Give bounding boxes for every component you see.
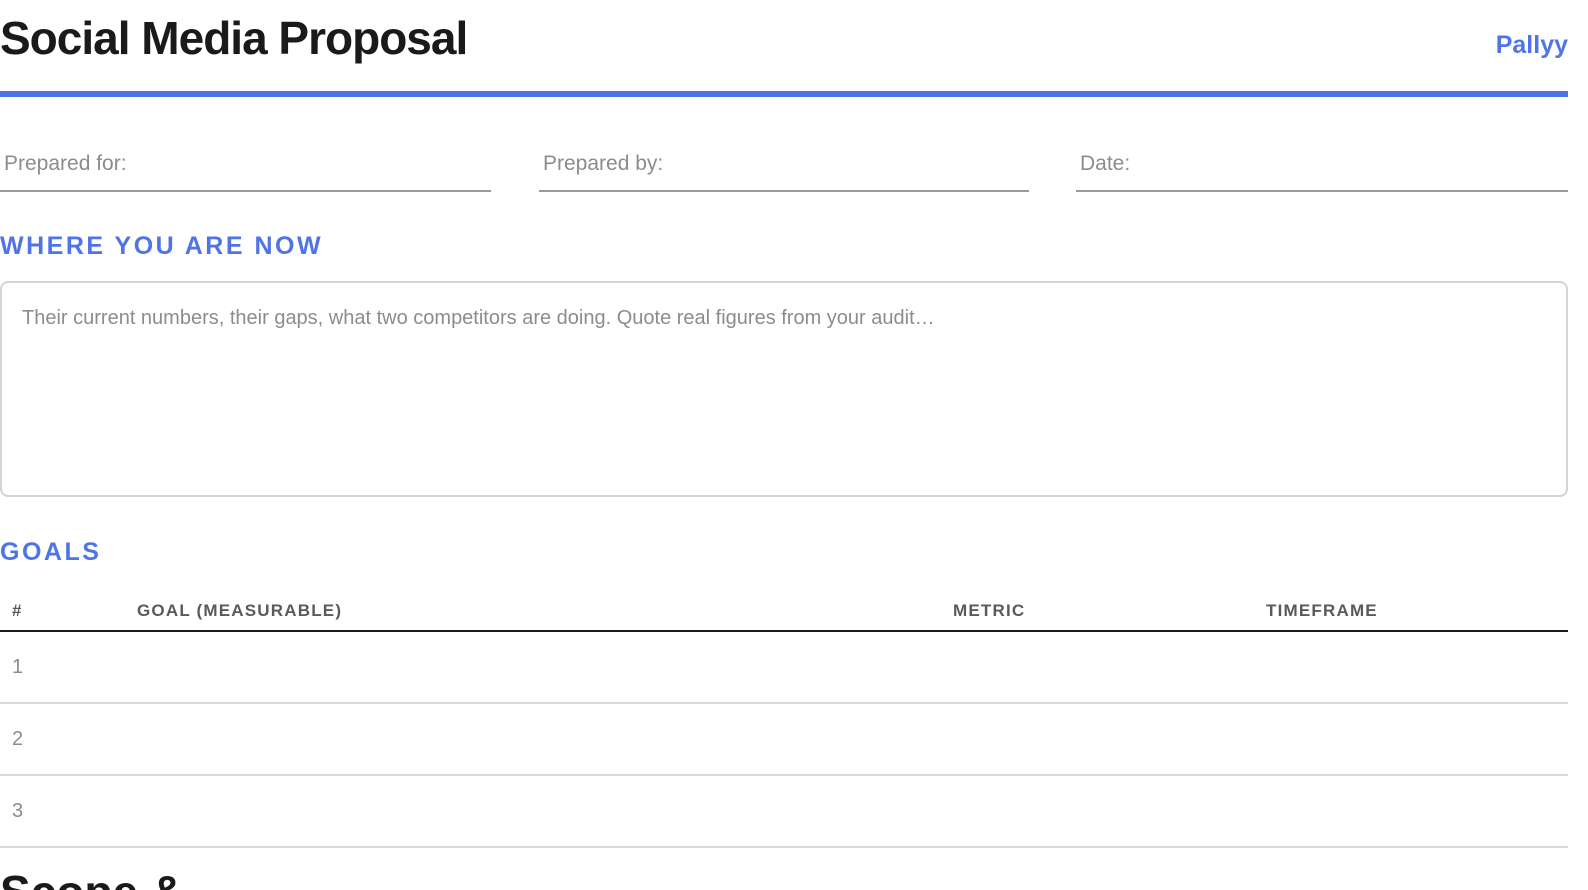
prepared-by-field bbox=[539, 130, 1029, 192]
proposal-header: Social Media Proposal Pallyy bbox=[0, 0, 1568, 92]
proposal-meta-fields bbox=[0, 130, 1568, 192]
where-you-are-now-textarea[interactable] bbox=[0, 281, 1568, 497]
goal-input[interactable] bbox=[137, 718, 927, 758]
row-number: 3 bbox=[12, 800, 24, 822]
prepared-for-input[interactable] bbox=[0, 152, 491, 176]
page-title: Social Media Proposal bbox=[0, 12, 468, 64]
timeframe-input[interactable] bbox=[1266, 790, 1556, 830]
goal-input[interactable] bbox=[137, 790, 927, 830]
goal-input[interactable] bbox=[137, 646, 927, 686]
where-you-are-now-heading: WHERE YOU ARE NOW bbox=[0, 232, 324, 260]
table-row: 3 bbox=[0, 776, 1568, 848]
prepared-for-field bbox=[0, 130, 491, 192]
goals-table: # GOAL (MEASURABLE) METRIC TIMEFRAME 1 2… bbox=[0, 590, 1568, 848]
table-row: 2 bbox=[0, 704, 1568, 776]
metric-input[interactable] bbox=[953, 790, 1243, 830]
prepared-by-input[interactable] bbox=[539, 152, 1029, 176]
metric-input[interactable] bbox=[953, 646, 1243, 686]
date-input[interactable] bbox=[1076, 152, 1568, 176]
next-section-heading: Scope & bbox=[0, 866, 184, 890]
column-header-number: # bbox=[12, 601, 23, 620]
row-number: 2 bbox=[12, 728, 24, 750]
header-divider bbox=[0, 91, 1568, 97]
goals-table-header: # GOAL (MEASURABLE) METRIC TIMEFRAME bbox=[0, 590, 1568, 632]
date-field bbox=[1076, 130, 1568, 192]
column-header-metric: METRIC bbox=[953, 601, 1026, 620]
timeframe-input[interactable] bbox=[1266, 718, 1556, 758]
metric-input[interactable] bbox=[953, 718, 1243, 758]
brand-logo[interactable]: Pallyy bbox=[1496, 30, 1568, 60]
row-number: 1 bbox=[12, 656, 24, 678]
column-header-timeframe: TIMEFRAME bbox=[1266, 601, 1378, 620]
timeframe-input[interactable] bbox=[1266, 646, 1556, 686]
column-header-goal: GOAL (MEASURABLE) bbox=[137, 601, 343, 620]
proposal-page: Social Media Proposal Pallyy WHERE YOU A… bbox=[0, 0, 1568, 890]
table-row: 1 bbox=[0, 632, 1568, 704]
goals-heading: GOALS bbox=[0, 538, 102, 566]
